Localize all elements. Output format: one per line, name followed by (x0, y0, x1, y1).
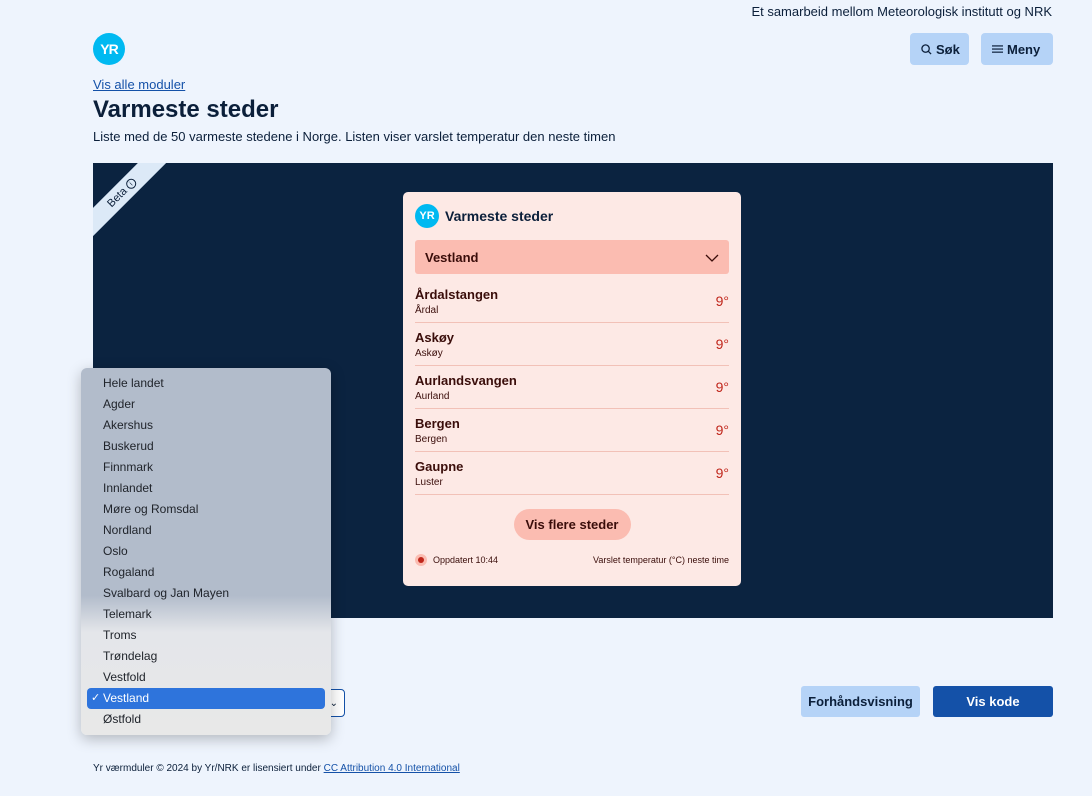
beta-label: Beta (105, 185, 130, 210)
yr-logo[interactable]: YR (93, 33, 125, 65)
menu-button[interactable]: Meny (981, 33, 1053, 65)
place-temperature: 9° (715, 336, 729, 352)
search-button[interactable]: Søk (910, 33, 969, 65)
place-municipality: Aurland (415, 390, 450, 402)
chevron-down-icon (705, 250, 719, 265)
page-title: Varmeste steder (93, 96, 279, 123)
place-temperature: 9° (715, 465, 729, 481)
widget-region-value: Vestland (425, 249, 479, 265)
place-name: Bergen (415, 415, 460, 431)
place-temperature: 9° (715, 293, 729, 309)
page-description: Liste med de 50 varmeste stedene i Norge… (93, 129, 616, 144)
place-temperature: 9° (715, 422, 729, 438)
info-icon: i (123, 176, 139, 192)
dropdown-option[interactable]: Møre og Romsdal (87, 499, 325, 520)
place-row[interactable]: Årdalstangen Årdal 9° (415, 280, 729, 323)
temperature-legend: Varslet temperatur (°C) neste time (593, 555, 729, 565)
widget-yr-logo: YR (415, 204, 439, 228)
widget-footer: Oppdatert 10:44 Varslet temperatur (°C) … (415, 554, 729, 566)
menu-icon (992, 44, 1003, 54)
place-municipality: Luster (415, 476, 443, 488)
show-code-button[interactable]: Vis kode (933, 686, 1053, 717)
widget-header: YR Varmeste steder (415, 204, 729, 228)
place-row[interactable]: Askøy Askøy 9° (415, 323, 729, 366)
dropdown-option[interactable]: Nordland (87, 520, 325, 541)
dropdown-option[interactable]: Buskerud (87, 436, 325, 457)
place-municipality: Årdal (415, 304, 439, 316)
place-name: Aurlandsvangen (415, 372, 517, 388)
license-link[interactable]: CC Attribution 4.0 International (324, 763, 460, 774)
dropdown-option[interactable]: Agder (87, 394, 325, 415)
footer: Yr værmduler © 2024 by Yr/NRK er lisensi… (93, 763, 460, 774)
menu-label: Meny (1007, 41, 1041, 57)
dropdown-option[interactable]: Svalbard og Jan Mayen (87, 583, 325, 604)
place-name: Gaupne (415, 458, 464, 474)
place-name: Askøy (415, 329, 455, 345)
top-note: Et samarbeid mellom Meteorologisk instit… (751, 4, 1052, 19)
temperature-dot-icon (415, 554, 427, 566)
preview-button[interactable]: Forhåndsvisning (801, 686, 920, 717)
place-row[interactable]: Bergen Bergen 9° (415, 409, 729, 452)
updated-time: Oppdatert 10:44 (433, 555, 499, 565)
place-municipality: Bergen (415, 433, 448, 445)
dropdown-option[interactable]: Trøndelag (87, 646, 325, 667)
dropdown-option[interactable]: Telemark (87, 604, 325, 625)
places-list: Årdalstangen Årdal 9° Askøy Askøy 9° Aur… (415, 280, 729, 495)
dropdown-option[interactable]: Vestfold (87, 667, 325, 688)
warmest-places-widget: YR Varmeste steder Vestland Årdalstangen… (403, 192, 741, 586)
dropdown-option[interactable]: Østfold (87, 709, 325, 730)
dropdown-option[interactable]: Innlandet (87, 478, 325, 499)
place-municipality: Askøy (415, 347, 443, 359)
dropdown-option-label: Vestland (103, 691, 150, 705)
checkmark-icon: ✓ (91, 692, 101, 704)
show-more-places-button[interactable]: Vis flere steder (513, 509, 631, 540)
dropdown-option[interactable]: Oslo (87, 541, 325, 562)
beta-ribbon[interactable]: Beta i (93, 163, 168, 239)
place-row[interactable]: Aurlandsvangen Aurland 9° (415, 366, 729, 409)
region-dropdown-menu: Hele landet Agder Akershus Buskerud Finn… (81, 368, 331, 735)
widget-region-select[interactable]: Vestland (415, 240, 729, 274)
dropdown-option[interactable]: Rogaland (87, 562, 325, 583)
dropdown-option[interactable]: Akershus (87, 415, 325, 436)
search-icon (921, 43, 932, 55)
show-all-modules-link[interactable]: Vis alle moduler (93, 77, 185, 92)
dropdown-option[interactable]: Hele landet (87, 373, 325, 394)
widget-title: Varmeste steder (445, 208, 554, 224)
footer-text: Yr værmduler © 2024 by Yr/NRK er lisensi… (93, 763, 324, 774)
place-name: Årdalstangen (415, 286, 499, 302)
place-temperature: 9° (715, 379, 729, 395)
updated-status: Oppdatert 10:44 (415, 554, 498, 566)
search-label: Søk (936, 41, 960, 57)
dropdown-option[interactable]: Troms (87, 625, 325, 646)
place-row[interactable]: Gaupne Luster 9° (415, 452, 729, 495)
dropdown-option[interactable]: Finnmark (87, 457, 325, 478)
dropdown-option-selected[interactable]: ✓ Vestland (87, 688, 325, 709)
